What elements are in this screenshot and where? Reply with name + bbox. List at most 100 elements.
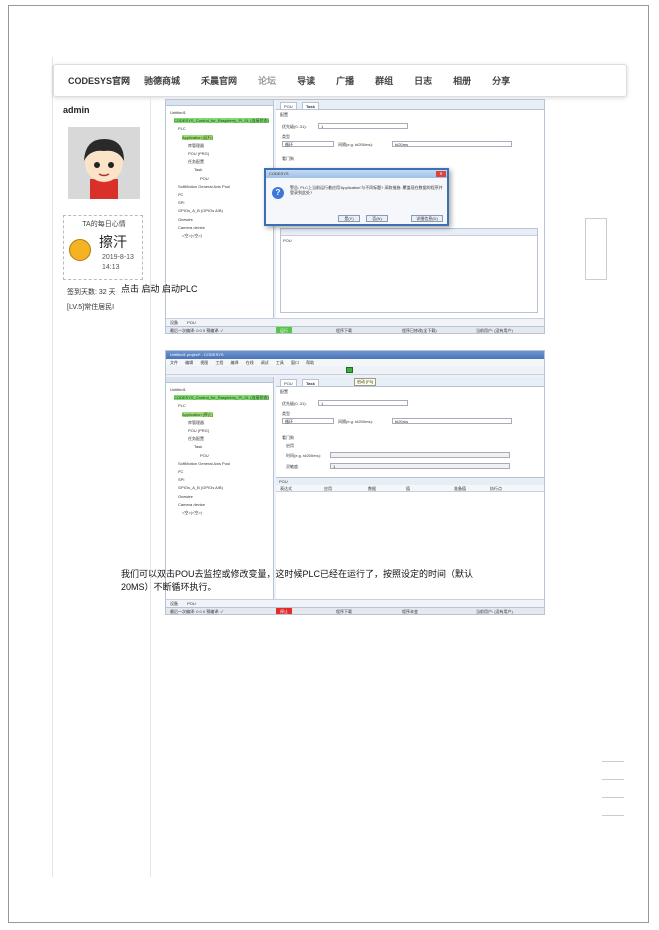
col-datatype[interactable]: 数据 [368,485,376,492]
config-label: 配置 [280,112,288,117]
menu-build[interactable]: 编译 [231,360,239,365]
tab-pou-bottom[interactable]: POU [187,320,196,325]
type-select[interactable]: 循环 [282,141,334,147]
pou-row[interactable]: POU [281,236,537,245]
caption-start-plc: 点击 启动 启动PLC [121,284,198,294]
tree-item[interactable]: GPIOs_A_B (GPIOs A/B) [170,207,269,215]
sensitivity-label: 灵敏度: [286,464,300,469]
col-value[interactable]: 值 [406,485,410,492]
type-select[interactable]: 循环 [282,418,334,424]
tree-item[interactable]: POU (PRG) [170,427,269,435]
tree-item[interactable]: <空>(<空>) [170,509,269,517]
nav-link-forum[interactable]: 论坛 [258,74,276,87]
tree-item-device[interactable]: CODESYS_Control_for_Raspberry_Pi_SL (连接状… [174,118,269,124]
author-name[interactable]: admin [63,105,90,115]
tab-pou-bottom[interactable]: POU [187,601,196,606]
interval-field[interactable]: t#20ms [392,141,512,147]
no-button[interactable]: 否(N) [366,215,388,222]
tree-item[interactable]: I²C [170,468,269,476]
tab-pou[interactable]: POU [280,102,297,109]
watchdog-enable-checkbox[interactable]: 启用 [286,443,294,449]
tree-item[interactable]: Task [170,166,269,174]
menu-online[interactable]: 在线 [246,360,254,365]
tree-item[interactable]: 任务配置 [170,158,269,166]
menu-project[interactable]: 工程 [215,360,223,365]
menu-view[interactable]: 视图 [200,360,208,365]
interval-field[interactable]: t#20ms [392,418,512,424]
tree-item[interactable]: Onewire [170,216,269,224]
tree-item[interactable]: 库管理器 [170,142,269,150]
details-button[interactable]: 详细信息(D) [411,215,443,222]
tree-item[interactable]: GPIOs_A_B (GPIOs A/B) [170,484,269,492]
side-scroll-widget[interactable] [585,218,607,280]
panel-titlebar [166,100,273,106]
start-tooltip: 启动 [F5] [354,378,377,386]
nav-brand-link[interactable]: CODESYS官网 [68,74,130,87]
tree-item[interactable]: Camera device [170,501,269,509]
close-icon[interactable]: ✕ [436,171,446,177]
tab-task[interactable]: Task [302,102,319,109]
status-bar: 最后一次编译: 0 0 0 预编译: ✓ 停止 程序下载 程序未变 当前用户: … [166,607,544,614]
dialog-title: CODESYS [266,170,447,178]
nav-link-blog[interactable]: 日志 [414,74,432,87]
menu-file[interactable]: 文件 [170,360,178,365]
col-expression[interactable]: 表达式 [280,485,292,492]
yes-button[interactable]: 是(Y) [338,215,360,222]
menu-edit[interactable]: 编辑 [185,360,193,365]
question-icon: ? [272,187,284,199]
col-application[interactable]: 应用 [324,485,332,492]
tree-item[interactable]: 任务配置 [170,435,269,443]
tab-devices[interactable]: 设备 [170,320,178,325]
tree-item[interactable]: I²C [170,191,269,199]
avatar[interactable] [68,127,140,199]
nav-link-hechen[interactable]: 禾晨官网 [201,74,237,87]
nav-link-groups[interactable]: 群组 [375,74,393,87]
watchdog-time-field[interactable] [330,452,510,458]
col-execution-point[interactable]: 执行点 [490,485,502,492]
nav-link-guide[interactable]: 导读 [297,74,315,87]
tree-item[interactable]: Task [170,443,269,451]
tab-pou[interactable]: POU [280,379,297,386]
tree-item[interactable]: POU [170,175,269,183]
tree-item[interactable]: Onewire [170,493,269,501]
menu-debug[interactable]: 调试 [261,360,269,365]
tree-item-application[interactable]: Application [停止] [182,411,213,417]
tree-item[interactable]: 库管理器 [170,419,269,427]
user-level[interactable]: [LV.5]常住居民I [67,302,114,312]
tree-item[interactable]: POU (PRG) [170,150,269,158]
col-prepared-value[interactable]: 准备值 [454,485,466,492]
tree-item-device[interactable]: CODESYS_Control_for_Raspberry_Pi_SL (连接状… [174,395,269,401]
tab-devices[interactable]: 设备 [170,601,178,606]
tree-item[interactable]: Camera device [170,224,269,232]
tree-item[interactable]: Untitled1 [170,386,269,394]
nav-link-album[interactable]: 相册 [453,74,471,87]
tree-item[interactable]: PLC [170,402,269,410]
tree-item[interactable]: Untitled1 [170,109,269,117]
tree-item-application[interactable]: Application [运行] [182,134,213,140]
priority-field[interactable]: 1 [318,123,408,129]
tree-item[interactable]: SPI [170,476,269,484]
panel-titlebar [166,377,273,383]
menu-tools[interactable]: 工具 [276,360,284,365]
task-editor-panel: POU Task 配置 优先级(0..31): 1 类型 循环 间隔(e.g. … [276,377,544,599]
tab-task[interactable]: Task [302,379,319,386]
menu-window[interactable]: 窗口 [291,360,299,365]
tree-item[interactable]: <空>(<空>) [170,232,269,240]
tree-item[interactable]: SPI [170,199,269,207]
tree-item[interactable]: SoftMotion General Axis Pool [170,183,269,191]
nav-link-share[interactable]: 分享 [492,74,510,87]
sign-days: 签到天数: 32 天 [67,289,116,296]
priority-field[interactable]: 1 [318,400,408,406]
bottom-tabs-bar: 设备 POU [166,599,544,607]
tree-item[interactable]: SoftMotion General Axis Pool [170,460,269,468]
watchdog-label: 看门狗 [282,435,294,440]
tree-item[interactable]: POU [170,452,269,460]
nav-link-broadcast[interactable]: 广播 [336,74,354,87]
nav-link-shop[interactable]: 驰德商城 [144,74,180,87]
menu-help[interactable]: 帮助 [306,360,314,365]
codesys-screenshot-login: Untitled1 CODESYS_Control_for_Raspberry_… [165,99,545,334]
watch-header: 表达式 应用 数据 值 准备值 执行点 [276,485,544,492]
sensitivity-field[interactable]: 1 [330,463,510,469]
start-icon[interactable] [346,367,353,373]
tree-item[interactable]: PLC [170,125,269,133]
